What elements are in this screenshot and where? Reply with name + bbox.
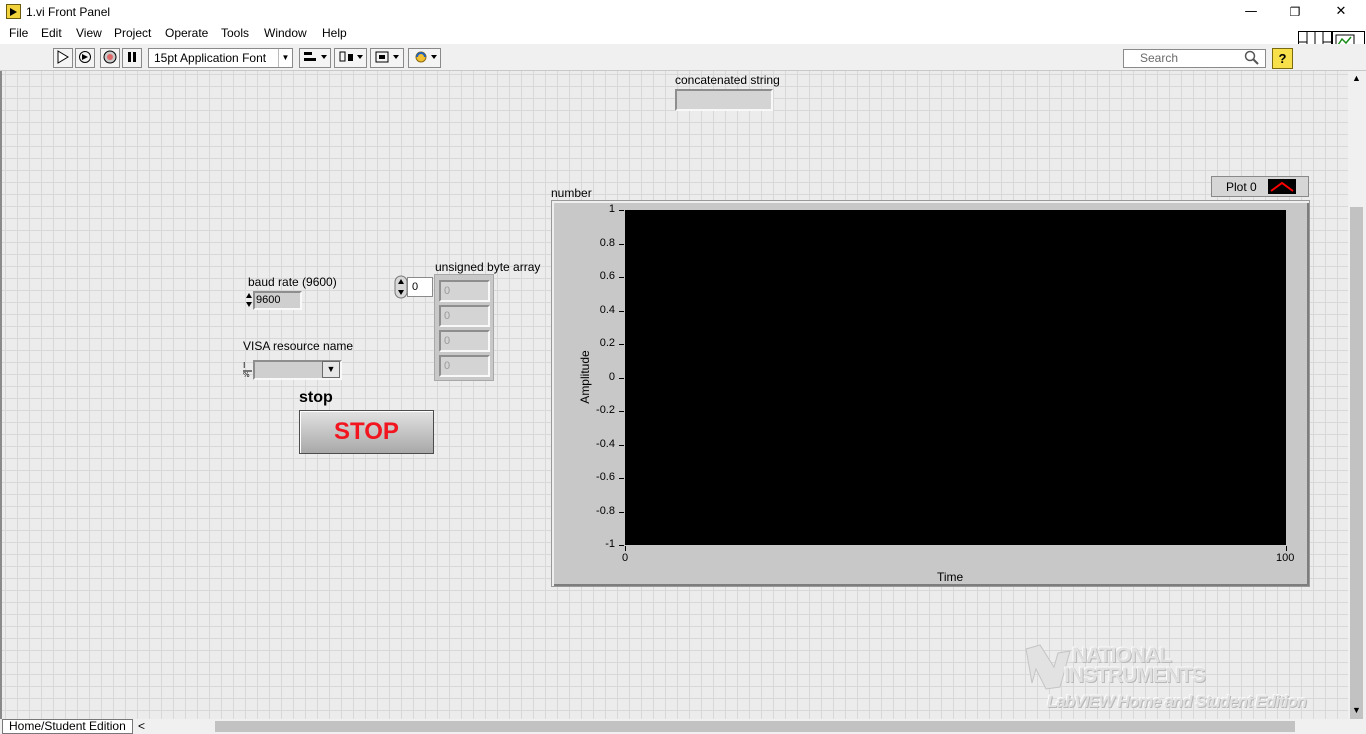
scroll-left-icon[interactable]: < (138, 719, 145, 733)
x-tick-mark (1286, 546, 1287, 551)
y-tick-mark (619, 411, 624, 412)
window-title: 1.vi Front Panel (26, 5, 111, 19)
y-tick-label: 0.4 (599, 303, 615, 316)
y-tick-mark (619, 210, 624, 211)
menu-project[interactable]: Project (114, 26, 151, 40)
x-tick-mark (625, 546, 626, 551)
watermark-line3: LabVIEW Home and Student Edition (1047, 692, 1307, 711)
y-tick-label: 0.6 (599, 270, 615, 282)
y-tick-label: -1 (605, 538, 615, 550)
svg-text:I: I (243, 361, 245, 370)
font-selector[interactable]: 15pt Application Font ▼ (148, 48, 293, 68)
y-tick-mark (619, 478, 624, 479)
status-tab[interactable]: Home/Student Edition (2, 719, 133, 734)
visa-resource-label: VISA resource name (243, 339, 354, 353)
menu-edit[interactable]: Edit (41, 26, 62, 40)
menu-operate[interactable]: Operate (165, 26, 208, 40)
y-tick-label: 0.8 (599, 236, 615, 249)
y-tick-mark (619, 512, 624, 513)
watermark-line2: INSTRUMENTS (1064, 664, 1206, 687)
title-bar: 1.vi Front Panel — ❐ ✕ (0, 0, 1366, 24)
run-continuously-icon[interactable] (75, 48, 95, 68)
y-tick-mark (619, 244, 624, 245)
x-tick-label: 100 (1276, 552, 1295, 564)
vertical-scroll-thumb[interactable] (1350, 207, 1363, 734)
x-axis-title: Time (937, 570, 964, 584)
run-arrow-icon[interactable] (53, 48, 73, 68)
abort-execution-icon[interactable] (100, 48, 120, 68)
minimize-button[interactable]: — (1228, 0, 1274, 24)
menu-help[interactable]: Help (322, 26, 347, 40)
resize-objects-icon[interactable] (370, 48, 404, 68)
chart-label: number (551, 186, 592, 200)
baud-rate-label: baud rate (9600) (248, 275, 337, 289)
stop-label: stop (299, 389, 333, 406)
font-selector-value: 15pt Application Font (154, 51, 267, 65)
maximize-button[interactable]: ❐ (1272, 0, 1318, 24)
y-tick-label: 1 (608, 203, 615, 215)
status-bar: Home/Student Edition < (0, 719, 1366, 734)
close-button[interactable]: ✕ (1318, 0, 1364, 24)
array-element: 0 (439, 305, 490, 327)
menu-view[interactable]: View (76, 26, 102, 40)
array-element: 0 (439, 280, 490, 302)
menu-tools[interactable]: Tools (221, 26, 249, 40)
array-element: 0 (439, 355, 490, 377)
legend-plot-swatch (1268, 179, 1296, 194)
y-tick-label: -0.4 (596, 437, 615, 450)
concatenated-string-indicator (675, 89, 773, 111)
menu-file[interactable]: File (9, 26, 28, 40)
svg-text:%: % (243, 371, 250, 378)
distribute-objects-icon[interactable] (334, 48, 367, 68)
y-tick-mark (619, 344, 624, 345)
y-tick-label: -0.8 (596, 504, 615, 517)
chevron-down-icon: ▼ (326, 364, 336, 374)
baud-rate-field[interactable]: 9600 (253, 291, 302, 310)
scroll-up-icon[interactable]: ▲ (1352, 73, 1361, 83)
context-help-button[interactable]: ? (1272, 48, 1293, 69)
plot-area[interactable] (625, 210, 1286, 545)
menu-window[interactable]: Window (264, 26, 307, 40)
baud-rate-increment-icon[interactable] (245, 291, 253, 309)
y-tick-mark (619, 311, 624, 312)
array-index-spinner-icon[interactable] (394, 275, 408, 299)
byte-array-label: unsigned byte array (435, 260, 541, 274)
visa-dropdown-button[interactable]: ▼ (322, 361, 340, 378)
menu-bar: File Edit View Project Operate Tools Win… (0, 24, 1366, 44)
array-index-field[interactable]: 0 (407, 277, 433, 297)
horizontal-scroll-thumb[interactable] (215, 721, 1295, 732)
y-tick-mark (619, 445, 624, 446)
y-tick-mark (619, 277, 624, 278)
legend-series-name: Plot 0 (1226, 180, 1257, 194)
array-element: 0 (439, 330, 490, 352)
plot-legend[interactable]: Plot 0 (1211, 176, 1309, 197)
labview-vi-icon (6, 4, 21, 19)
vertical-scrollbar[interactable]: ▲ ▼ (1348, 71, 1366, 734)
y-tick-mark (619, 378, 624, 379)
search-icon[interactable] (1244, 50, 1260, 66)
y-tick-mark (619, 545, 624, 546)
y-tick-label: -0.6 (596, 471, 615, 483)
align-objects-icon[interactable] (299, 48, 331, 68)
chevron-down-icon: ▼ (278, 49, 292, 67)
reorder-icon[interactable] (408, 48, 441, 68)
stop-button[interactable]: STOP (299, 410, 434, 454)
x-tick-label: 0 (622, 552, 629, 564)
scroll-down-icon[interactable]: ▼ (1352, 705, 1361, 715)
pause-icon[interactable] (122, 48, 142, 68)
concatenated-string-label: concatenated string (675, 73, 780, 87)
y-axis-title: Amplitude (578, 350, 592, 404)
